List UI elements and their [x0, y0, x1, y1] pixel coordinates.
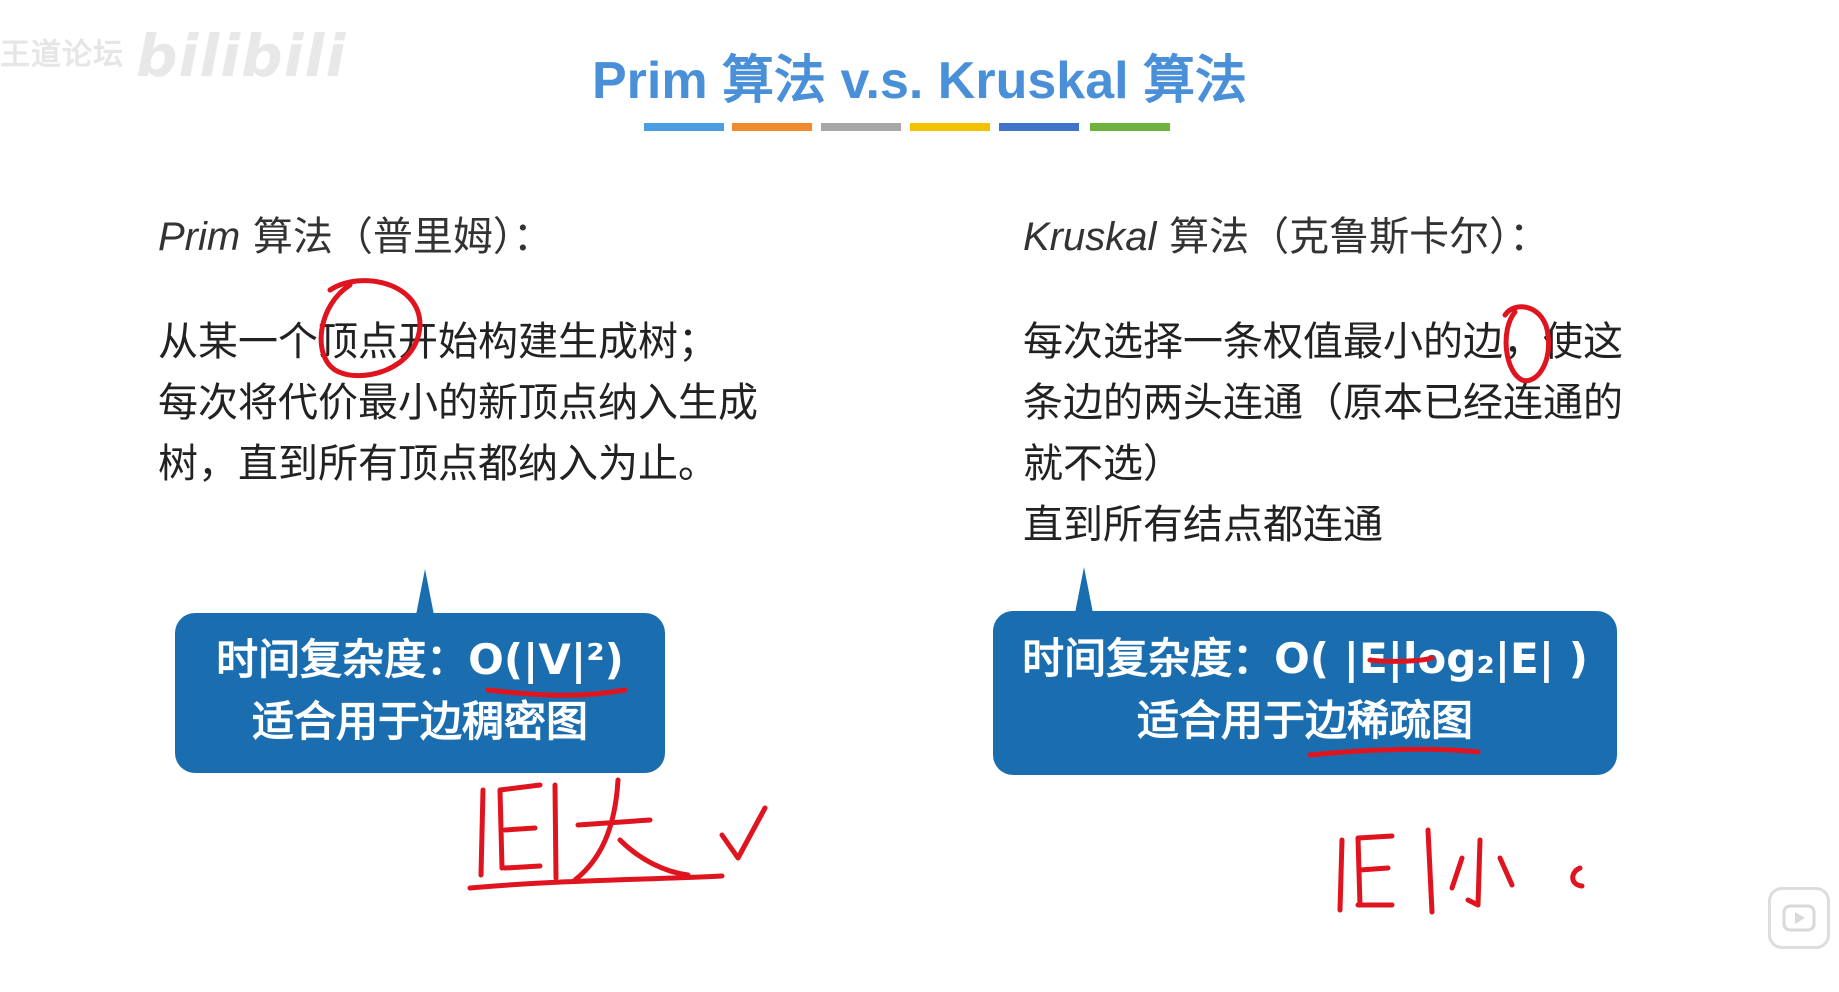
- kruskal-usage: 适合用于边稀疏图: [1136, 696, 1473, 745]
- color-bar-segment: [732, 123, 812, 131]
- handwritten-note: [1355, 833, 1395, 908]
- prim-complexity-callout: 时间复杂度：O(|V|²) 适合用于边稠密图: [175, 569, 665, 773]
- color-bar-segment: [821, 123, 901, 131]
- callout-tail: [1075, 567, 1093, 613]
- kruskal-heading-zh: 算法（克鲁斯卡尔）：: [1156, 214, 1550, 260]
- prim-line: 树，直到所有顶点都纳入为止。: [158, 441, 718, 487]
- handwritten-note: [719, 805, 768, 861]
- kruskal-complexity-label: 时间复杂度：: [1022, 634, 1275, 683]
- handwritten-note: [497, 782, 543, 871]
- kruskal-line: 就不选）: [1023, 441, 1183, 487]
- kruskal-line: 直到所有结点都连通: [1023, 502, 1383, 548]
- kruskal-line: 每次选择一条权值最小的边，使这: [1023, 319, 1623, 365]
- prim-heading-zh: 算法（普里姆）：: [240, 214, 553, 260]
- prim-heading: Prim 算法（普里姆）：: [158, 204, 553, 262]
- prim-line: 每次将代价最小的新顶点纳入生成: [158, 380, 758, 426]
- prim-complexity-formula: O(|V|²): [468, 635, 624, 684]
- player-control[interactable]: [1768, 887, 1830, 949]
- color-bar-segment: [999, 123, 1079, 131]
- handwritten-note: [467, 873, 725, 891]
- handwritten-note: [1449, 837, 1515, 908]
- prim-usage: 适合用于边稠密图: [251, 697, 588, 746]
- kruskal-description: 每次选择一条权值最小的边，使这 条边的两头连通（原本已经连通的 就不选） 直到所…: [1023, 312, 1623, 556]
- prim-complexity-label: 时间复杂度：: [216, 635, 469, 684]
- color-bar-segment: [644, 123, 724, 131]
- color-bar-segment: [910, 123, 990, 131]
- handwritten-note: [1337, 837, 1345, 913]
- kruskal-complexity-formula: O( |E|log₂|E| ): [1274, 634, 1588, 683]
- handwritten-note: [1570, 865, 1585, 889]
- handwritten-note: [1425, 827, 1435, 915]
- handwritten-note: [552, 782, 559, 881]
- handwritten-note: [478, 787, 486, 878]
- kruskal-complexity-callout: 时间复杂度：O( |E|log₂|E| ) 适合用于边稀疏图: [993, 567, 1617, 775]
- callout-tail: [416, 569, 434, 615]
- handwritten-note: [572, 777, 691, 883]
- prim-heading-en: Prim: [158, 215, 241, 259]
- kruskal-complexity-row: 时间复杂度：O( |E|log₂|E| ): [993, 628, 1617, 690]
- kruskal-heading: Kruskal 算法（克鲁斯卡尔）：: [1023, 204, 1549, 262]
- kruskal-line: 条边的两头连通（原本已经连通的: [1023, 380, 1623, 426]
- play-icon: [1782, 904, 1816, 932]
- slide-title: Prim 算法 v.s. Kruskal 算法: [591, 52, 1248, 110]
- color-bar-segment: [1090, 123, 1170, 131]
- prim-line: 从某一个顶点开始构建生成树；: [158, 319, 718, 365]
- prim-description: 从某一个顶点开始构建生成树； 每次将代价最小的新顶点纳入生成 树，直到所有顶点都…: [158, 312, 758, 495]
- prim-complexity-row: 时间复杂度：O(|V|²): [175, 629, 665, 691]
- kruskal-heading-en: Kruskal: [1023, 215, 1157, 259]
